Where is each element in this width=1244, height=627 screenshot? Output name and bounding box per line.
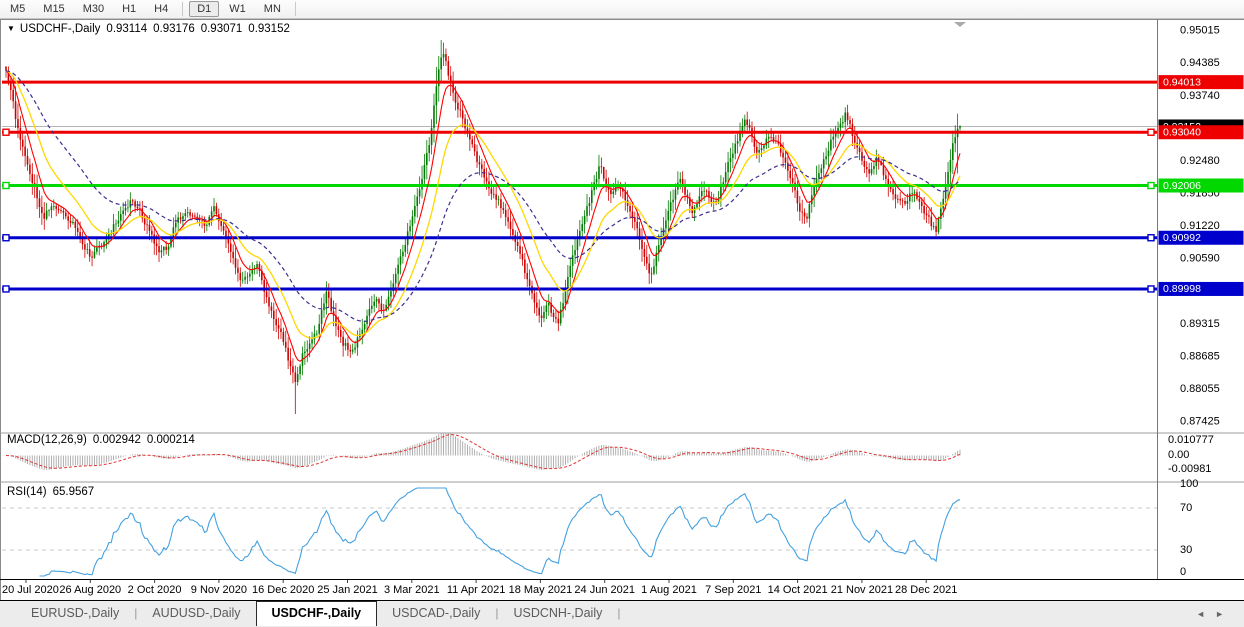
ohlc-close: 0.93152	[248, 23, 290, 35]
chart-tab-bar: EURUSD-,Daily | AUDUSD-,Daily USDCHF-,Da…	[0, 601, 1244, 627]
symbol-name: USDCHF-,Daily	[20, 23, 101, 35]
trading-terminal: M5 M15 M30 H1 H4 D1 W1 MN 0.950150.94385…	[0, 0, 1244, 627]
date-axis-label: 26 Aug 2020	[59, 584, 121, 596]
tab-eurusd-daily[interactable]: EURUSD-,Daily	[16, 603, 134, 624]
macd-axis-label: 0.00	[1168, 449, 1189, 461]
date-axis-label: 18 May 2021	[509, 584, 573, 596]
date-axis-label: 11 Apr 2021	[447, 584, 506, 596]
date-axis-label: 2 Oct 2020	[128, 584, 182, 596]
timeframe-mn-button[interactable]: MN	[256, 1, 289, 17]
timeframe-d1-button[interactable]: D1	[189, 1, 219, 17]
rsi-axis-label: 70	[1180, 502, 1192, 514]
price-axis-label: 0.90590	[1180, 252, 1220, 264]
toolbar-divider	[295, 2, 296, 16]
price-axis-label: 0.93740	[1180, 90, 1220, 102]
tab-usdcnh-daily[interactable]: USDCNH-,Daily	[498, 603, 617, 624]
level-handle	[1148, 129, 1154, 135]
date-axis-label: 20 Jul 2020	[2, 584, 59, 596]
tab-scroll-left-icon: ◄	[1196, 609, 1215, 619]
tab-scroll-arrows[interactable]: ◄►	[1196, 609, 1234, 619]
rsi-axis-label: 30	[1180, 544, 1192, 556]
rsi-value: 65.9567	[53, 486, 95, 498]
chart-title: ▼ USDCHF-,Daily 0.93114 0.93176 0.93071 0.931…	[7, 23, 290, 35]
toolbar-divider	[182, 2, 183, 16]
level-badge-text: 0.94013	[1163, 76, 1201, 88]
macd-axis-label: 0.010777	[1168, 434, 1214, 446]
date-axis-label: 16 Dec 2020	[252, 584, 314, 596]
timeframe-toolbar: M5 M15 M30 H1 H4 D1 W1 MN	[0, 0, 1244, 19]
level-badge-text: 0.92006	[1163, 180, 1201, 192]
price-axis-label: 0.88055	[1180, 383, 1220, 395]
price-axis-label: 0.88685	[1180, 350, 1220, 362]
date-axis-label: 7 Sep 2021	[705, 584, 761, 596]
rsi-name: RSI(14)	[7, 486, 47, 498]
date-axis-label: 25 Jan 2021	[317, 584, 378, 596]
macd-axis-label: -0.00981	[1168, 463, 1211, 475]
level-badge-text: 0.90992	[1163, 232, 1201, 244]
level-badge-text: 0.93040	[1163, 127, 1201, 139]
date-axis-label: 24 Jun 2021	[574, 584, 635, 596]
macd-label: MACD(12,26,9) 0.002942 0.000214	[7, 434, 195, 446]
date-axis-label: 1 Aug 2021	[641, 584, 697, 596]
rsi-label: RSI(14) 65.9567	[7, 486, 94, 498]
level-handle	[1148, 235, 1154, 241]
timeframe-m15-button[interactable]: M15	[35, 1, 72, 17]
price-axis-label: 0.92480	[1180, 155, 1220, 167]
tab-audusd-daily[interactable]: AUDUSD-,Daily	[137, 603, 255, 624]
price-axis-label: 0.91220	[1180, 220, 1220, 232]
level-badge-text: 0.89998	[1163, 283, 1201, 295]
timeframe-w1-button[interactable]: W1	[221, 1, 254, 17]
level-handle	[1148, 183, 1154, 189]
level-handle	[3, 286, 9, 292]
tab-scroll-right-icon: ►	[1215, 609, 1234, 619]
price-axis-label: 0.89315	[1180, 318, 1220, 330]
date-axis-label: 3 Mar 2021	[384, 584, 440, 596]
ohlc-high: 0.93176	[153, 23, 195, 35]
rsi-axis-label: 100	[1180, 478, 1198, 490]
date-axis-label: 9 Nov 2020	[191, 584, 247, 596]
macd-name: MACD(12,26,9)	[7, 434, 87, 446]
macd-signal-value: 0.000214	[147, 434, 195, 446]
price-axis-label: 0.87425	[1180, 415, 1220, 427]
date-axis-label: 14 Oct 2021	[768, 584, 828, 596]
timeframe-m30-button[interactable]: M30	[75, 1, 112, 17]
level-handle	[3, 129, 9, 135]
symbol-collapse-icon[interactable]: ▼	[7, 24, 15, 33]
tab-separator: |	[617, 606, 620, 620]
chart-canvas[interactable]: 0.950150.943850.937400.924800.918500.912…	[0, 0, 1244, 627]
macd-value: 0.002942	[93, 434, 141, 446]
rsi-axis-label: 0	[1180, 566, 1186, 578]
price-axis-label: 0.94385	[1180, 57, 1220, 69]
timeframe-m5-button[interactable]: M5	[2, 1, 33, 17]
timeframe-h4-button[interactable]: H4	[146, 1, 176, 17]
ohlc-open: 0.93114	[106, 23, 147, 35]
tab-usdchf-daily[interactable]: USDCHF-,Daily	[256, 601, 378, 626]
level-handle	[1148, 286, 1154, 292]
timeframe-h1-button[interactable]: H1	[114, 1, 144, 17]
date-axis-label: 28 Dec 2021	[895, 584, 957, 596]
price-axis-label: 0.95015	[1180, 24, 1220, 36]
tab-usdcad-daily[interactable]: USDCAD-,Daily	[377, 603, 495, 624]
level-handle	[3, 183, 9, 189]
level-handle	[3, 235, 9, 241]
ohlc-low: 0.93071	[201, 23, 243, 35]
date-axis-label: 21 Nov 2021	[831, 584, 893, 596]
